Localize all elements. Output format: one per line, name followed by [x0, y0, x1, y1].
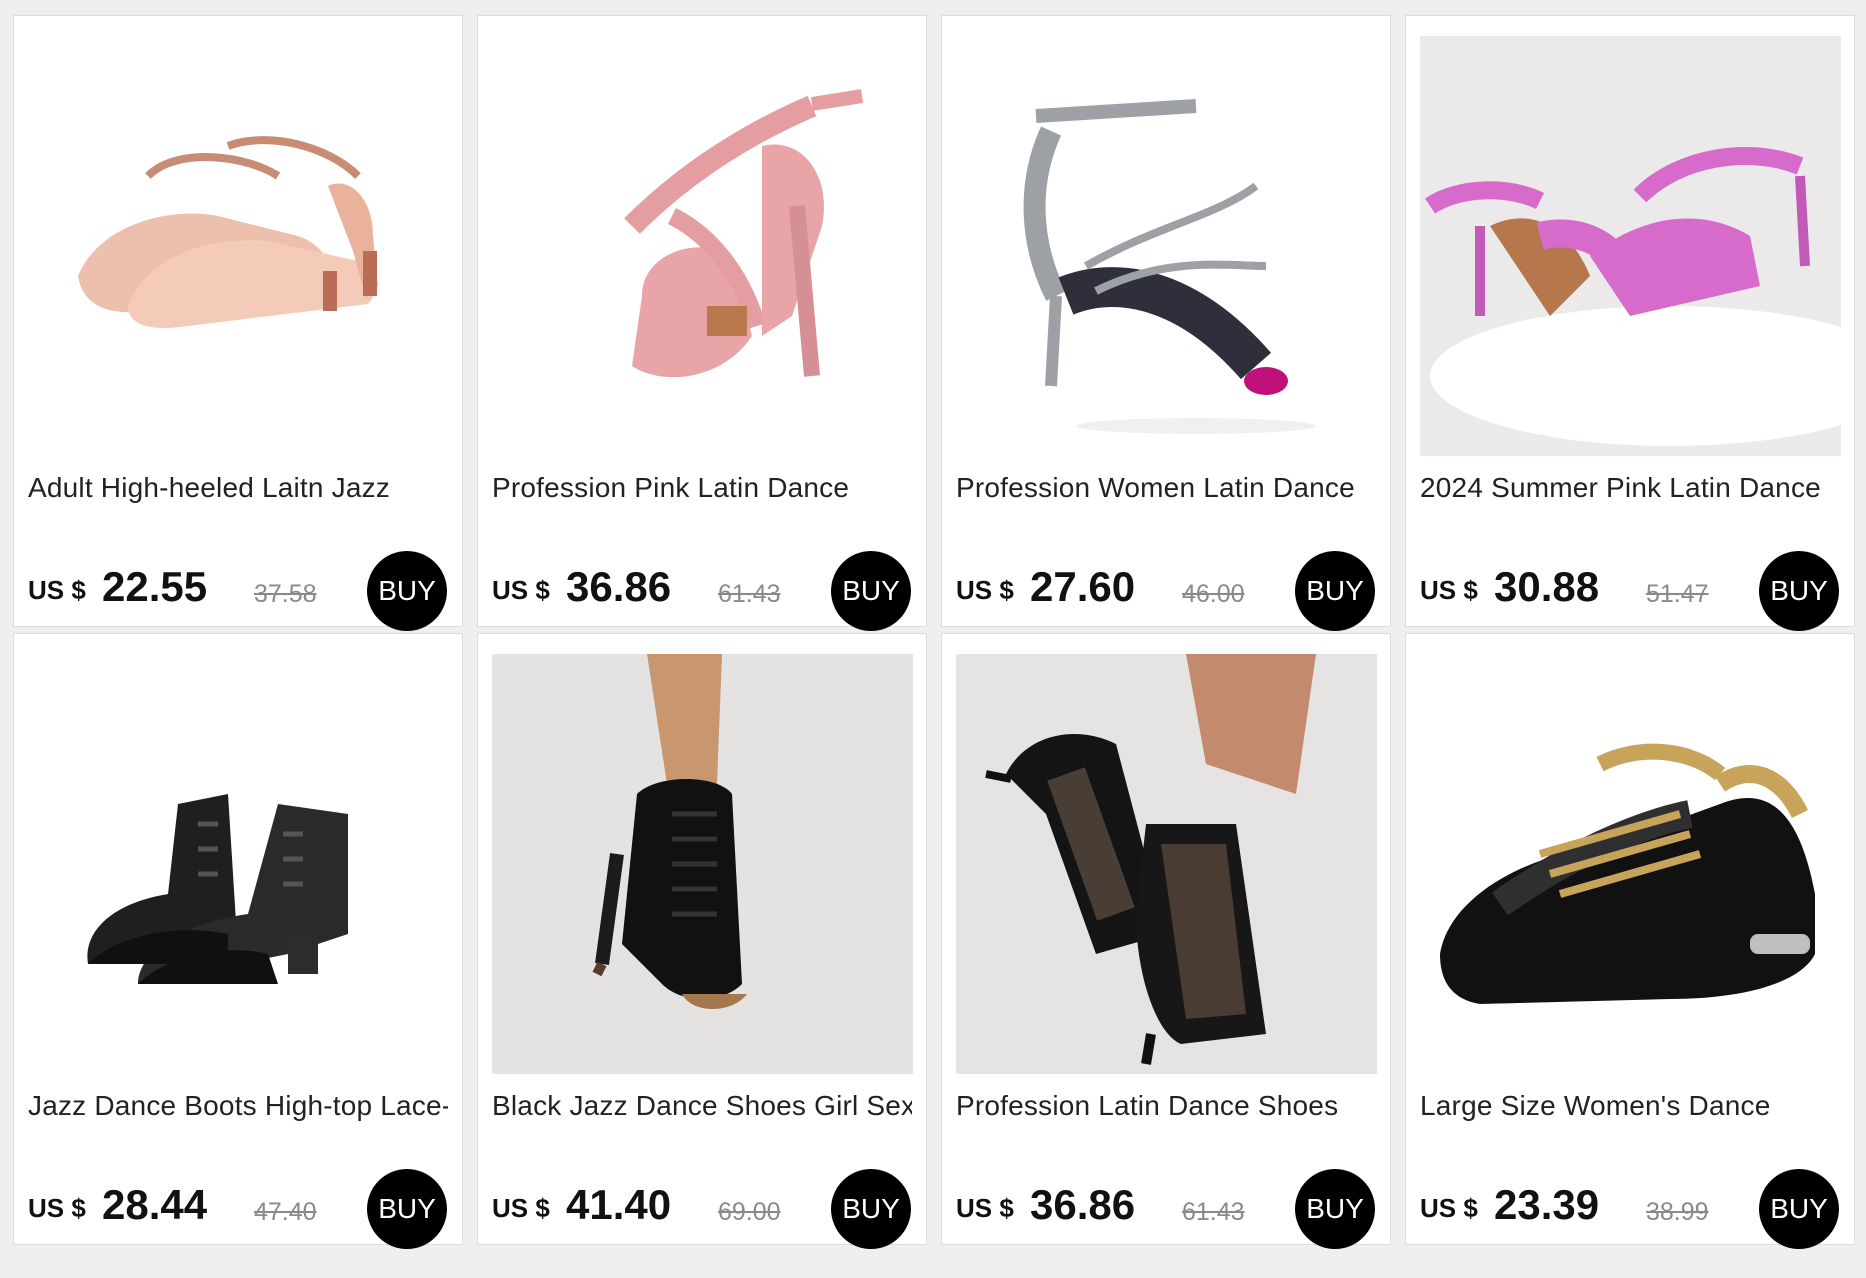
sale-price: 36.86: [1030, 1181, 1136, 1228]
product-card[interactable]: Adult High-heeled Laitn Jazz US $ 22.55 …: [13, 15, 463, 631]
original-price: 61.43: [718, 580, 781, 608]
product-card[interactable]: Profession Women Latin Dance US $ 27.60 …: [941, 15, 1391, 631]
product-image[interactable]: [492, 36, 913, 456]
price-row: US $ 22.55 37.58 BUY: [28, 548, 448, 631]
product-title[interactable]: Profession Women Latin Dance: [956, 472, 1376, 504]
product-image[interactable]: [956, 654, 1377, 1074]
price-row: US $ 36.86 61.43 BUY: [956, 1166, 1376, 1249]
sale-price: 41.40: [566, 1181, 672, 1228]
price-row: US $ 36.86 61.43 BUY: [492, 548, 912, 631]
product-title[interactable]: 2024 Summer Pink Latin Dance: [1420, 472, 1840, 504]
original-price: 51.47: [1646, 580, 1709, 608]
product-card[interactable]: Large Size Women's Dance US $ 23.39 38.9…: [1405, 633, 1855, 1249]
sale-price: 23.39: [1494, 1181, 1600, 1228]
original-price: 46.00: [1182, 580, 1245, 608]
price-row: US $ 27.60 46.00 BUY: [956, 548, 1376, 631]
buy-button[interactable]: BUY: [1759, 1169, 1839, 1249]
original-price: 61.43: [1182, 1198, 1245, 1226]
product-image[interactable]: [1420, 36, 1841, 456]
price-row: US $ 41.40 69.00 BUY: [492, 1166, 912, 1249]
original-price: 38.99: [1646, 1198, 1709, 1226]
buy-button[interactable]: BUY: [367, 551, 447, 631]
currency-label: US $: [1420, 1193, 1478, 1223]
original-price: 47.40: [254, 1198, 317, 1226]
currency-label: US $: [492, 575, 550, 605]
buy-button[interactable]: BUY: [1759, 551, 1839, 631]
currency-label: US $: [28, 1193, 86, 1223]
product-image[interactable]: [28, 654, 449, 1074]
currency-label: US $: [956, 1193, 1014, 1223]
original-price: 37.58: [254, 580, 317, 608]
product-grid: Adult High-heeled Laitn Jazz US $ 22.55 …: [13, 15, 1855, 1249]
product-card[interactable]: Profession Pink Latin Dance US $ 36.86 6…: [477, 15, 927, 631]
price-row: US $ 30.88 51.47 BUY: [1420, 548, 1840, 631]
product-title[interactable]: Profession Latin Dance Shoes: [956, 1090, 1376, 1122]
sale-price: 36.86: [566, 563, 672, 610]
product-card[interactable]: Profession Latin Dance Shoes US $ 36.86 …: [941, 633, 1391, 1249]
product-card[interactable]: Jazz Dance Boots High-top Lace- US $ 28.…: [13, 633, 463, 1249]
product-card[interactable]: Black Jazz Dance Shoes Girl Sexy US $ 41…: [477, 633, 927, 1249]
buy-button[interactable]: BUY: [1295, 1169, 1375, 1249]
buy-button[interactable]: BUY: [1295, 551, 1375, 631]
product-title[interactable]: Black Jazz Dance Shoes Girl Sexy: [492, 1090, 912, 1122]
currency-label: US $: [1420, 575, 1478, 605]
currency-label: US $: [492, 1193, 550, 1223]
price-row: US $ 23.39 38.99 BUY: [1420, 1166, 1840, 1249]
product-title[interactable]: Profession Pink Latin Dance: [492, 472, 912, 504]
sale-price: 28.44: [102, 1181, 208, 1228]
currency-label: US $: [28, 575, 86, 605]
product-image[interactable]: [492, 654, 913, 1074]
product-image[interactable]: [28, 36, 449, 456]
price-row: US $ 28.44 47.40 BUY: [28, 1166, 448, 1249]
sale-price: 30.88: [1494, 563, 1600, 610]
product-title[interactable]: Large Size Women's Dance: [1420, 1090, 1840, 1122]
buy-button[interactable]: BUY: [367, 1169, 447, 1249]
product-image[interactable]: [1420, 654, 1841, 1074]
product-title[interactable]: Adult High-heeled Laitn Jazz: [28, 472, 448, 504]
product-title[interactable]: Jazz Dance Boots High-top Lace-: [28, 1090, 448, 1122]
sale-price: 22.55: [102, 563, 208, 610]
sale-price: 27.60: [1030, 563, 1136, 610]
product-card[interactable]: 2024 Summer Pink Latin Dance US $ 30.88 …: [1405, 15, 1855, 631]
product-image[interactable]: [956, 36, 1377, 456]
original-price: 69.00: [718, 1198, 781, 1226]
currency-label: US $: [956, 575, 1014, 605]
buy-button[interactable]: BUY: [831, 551, 911, 631]
buy-button[interactable]: BUY: [831, 1169, 911, 1249]
